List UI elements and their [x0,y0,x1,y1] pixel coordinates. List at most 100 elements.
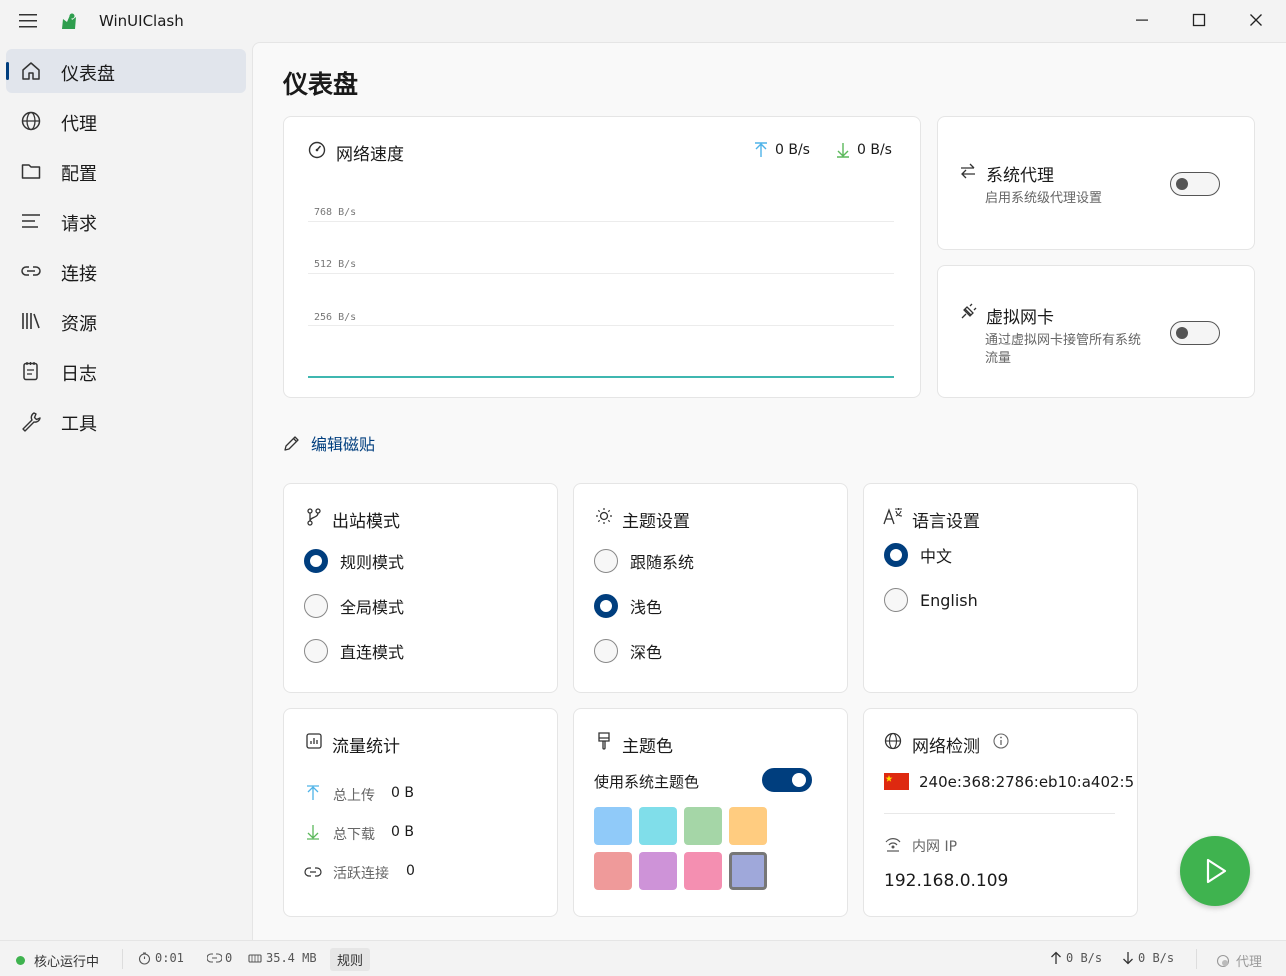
outbound-mode-card: 出站模式 规则模式 全局模式 直连模式 [283,483,558,693]
color-swatch[interactable] [729,852,767,890]
radio-english[interactable]: English [884,588,978,612]
grid-label: 256 B/s [314,312,357,323]
connection-count-value: 0 [225,951,233,965]
network-speed-card: 网络速度 0 B/s 0 B/s 768 B/s 512 B/s 256 B/s [283,116,921,398]
radio-label: 跟随系统 [630,553,695,572]
radio-label: 深色 [630,643,663,662]
close-icon [1250,14,1262,26]
upload-arrow-icon [307,785,319,800]
core-status-text: 核心运行中 [34,955,100,970]
system-proxy-toggle[interactable] [1170,172,1220,196]
memory-icon [248,953,262,963]
chart-icon [306,733,322,749]
radio-chinese[interactable]: 中文 [884,543,952,567]
total-download-value: 0 B [391,824,414,840]
theme-color-title: 主题色 [622,737,673,757]
grid-line [308,325,894,326]
traffic-stats-card: 流量统计 总上传 0 B 总下载 0 B 活跃连接 0 [283,708,558,917]
status-bar: 核心运行中 0:01 0 35.4 MB 规则 0 B/s 0 B/s 代理 [0,940,1286,976]
lan-icon [885,838,901,852]
sidebar-item-logs[interactable]: 日志 [6,349,246,393]
network-check-card: 网络检测 240e:368:2786:eb10:a402:5 内网 IP 192… [863,708,1138,917]
radio-dark[interactable]: 深色 [594,639,662,663]
globe-icon [884,732,902,750]
info-icon[interactable] [993,733,1009,749]
folder-icon [21,164,41,179]
sidebar-item-label: 工具 [61,414,97,435]
pencil-icon [284,436,299,451]
mode-badge[interactable]: 规则 [330,948,371,971]
radio-circle [304,594,328,618]
brush-icon [598,732,610,750]
active-connections-label: 活跃连接 [333,866,389,882]
maximize-button[interactable] [1171,0,1227,40]
sidebar-item-label: 配置 [61,164,97,185]
radio-follow-system[interactable]: 跟随系统 [594,549,694,573]
radio-direct-mode[interactable]: 直连模式 [304,639,404,663]
play-icon [1206,858,1227,884]
radio-label: 中文 [920,547,953,566]
grid-line [308,273,894,274]
notepad-icon [23,362,38,381]
divider [884,813,1115,814]
color-swatch[interactable] [729,807,767,845]
toggle-knob [792,773,806,787]
color-swatch[interactable] [684,807,722,845]
sidebar-item-profiles[interactable]: 配置 [6,149,246,193]
proxy-status[interactable]: 代理 [1216,951,1262,970]
radio-circle [884,588,908,612]
sidebar-item-resources[interactable]: 资源 [6,299,246,343]
color-swatch[interactable] [684,852,722,890]
sidebar-item-proxy[interactable]: 代理 [6,99,246,143]
sidebar-item-connections[interactable]: 连接 [6,249,246,293]
grid-label: 512 B/s [314,259,357,270]
radio-light[interactable]: 浅色 [594,594,662,618]
close-button[interactable] [1228,0,1284,40]
upload-rate-value: 0 B/s [1066,951,1103,965]
globe-icon [21,111,41,131]
app-logo-icon [62,13,76,29]
sidebar-item-requests[interactable]: 请求 [6,199,246,243]
radio-label: English [920,590,978,610]
speed-line [308,376,894,378]
maximize-icon [1192,13,1206,27]
sidebar-item-tools[interactable]: 工具 [6,399,246,443]
use-system-color-toggle[interactable] [762,768,812,792]
uptime: 0:01 [138,951,184,965]
download-speed: 0 B/s [857,142,892,158]
minimize-button[interactable] [1114,0,1170,40]
wrench-icon [22,412,41,432]
radio-circle [884,543,908,567]
branch-icon [307,508,321,526]
radio-global-mode[interactable]: 全局模式 [304,594,404,618]
menu-icon[interactable] [18,12,40,30]
radio-circle [594,639,618,663]
upload-speed: 0 B/s [775,142,810,158]
speedometer-icon [308,141,326,159]
color-swatch[interactable] [594,807,632,845]
color-swatch[interactable] [594,852,632,890]
start-core-button[interactable] [1180,836,1250,906]
download-arrow-icon [1123,952,1133,965]
sun-icon [596,508,612,524]
plug-icon [961,303,977,319]
title-bar: WinUIClash [0,0,1286,42]
proxy-status-text: 代理 [1236,955,1263,970]
color-swatch[interactable] [639,807,677,845]
virtual-nic-card: 虚拟网卡 通过虚拟网卡接管所有系统 流量 [937,265,1255,398]
virtual-nic-toggle[interactable] [1170,321,1220,345]
theme-settings-title: 主题设置 [622,512,690,532]
radio-rule-mode[interactable]: 规则模式 [304,549,404,573]
language-settings-card: 语言设置 中文 English [863,483,1138,693]
network-check-title: 网络检测 [912,737,980,757]
sidebar: 仪表盘 代理 配置 请求 连接 资源 日志 工具 [0,42,252,940]
radio-label: 直连模式 [340,643,405,662]
edit-tiles-button[interactable]: 编辑磁贴 [283,431,375,455]
total-upload-label: 总上传 [333,788,375,804]
sidebar-item-dashboard[interactable]: 仪表盘 [6,49,246,93]
use-system-color-label: 使用系统主题色 [594,773,700,791]
color-swatch[interactable] [639,852,677,890]
download-arrow-icon [837,143,849,158]
toggle-knob [1176,178,1188,190]
total-upload-value: 0 B [391,785,414,801]
